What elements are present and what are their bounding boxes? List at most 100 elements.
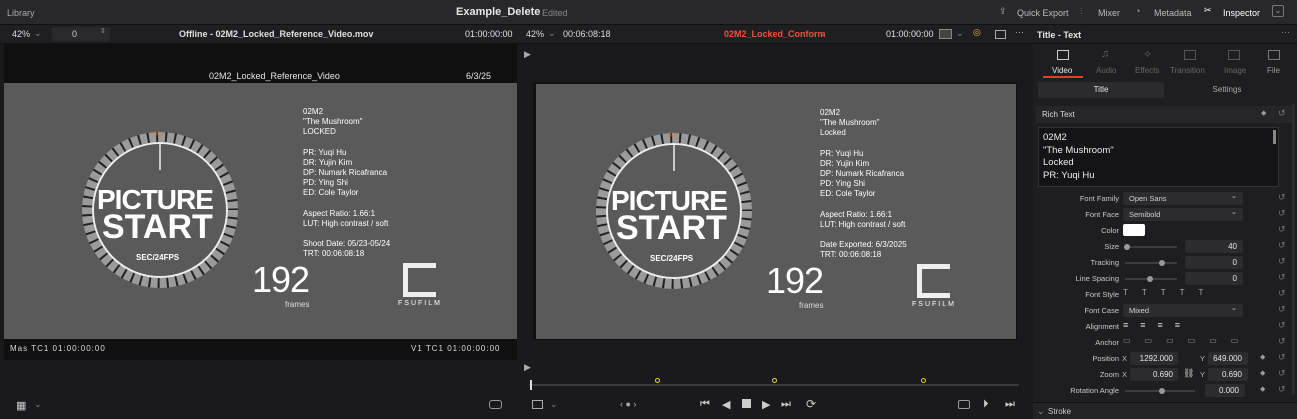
- color-swatch[interactable]: [1123, 224, 1145, 236]
- position-x-value[interactable]: 1292.000: [1130, 352, 1178, 365]
- stroke-section-header[interactable]: ⌄ Stroke: [1033, 402, 1297, 419]
- source-zoom[interactable]: 42%: [12, 29, 30, 39]
- tab-audio[interactable]: ♫ Audio: [1086, 48, 1126, 78]
- zoom-y-value[interactable]: 0.690: [1208, 368, 1248, 381]
- go-to-end-icon[interactable]: ⏭: [781, 398, 791, 411]
- reverse-play-icon[interactable]: ◀: [722, 398, 730, 411]
- reset-icon[interactable]: ↺: [1278, 256, 1286, 267]
- rotation-value[interactable]: 0.000: [1205, 384, 1245, 397]
- reset-icon[interactable]: ↺: [1278, 208, 1286, 219]
- reset-icon[interactable]: ↺: [1278, 288, 1286, 299]
- inspector-icon[interactable]: ✂: [1204, 5, 1212, 16]
- play-marker-icon[interactable]: ▶: [524, 362, 531, 373]
- font-style-buttons[interactable]: TTTTT: [1123, 288, 1217, 297]
- loop-icon[interactable]: [489, 400, 502, 409]
- timeline-zoom[interactable]: 42%: [526, 29, 544, 39]
- play-icon[interactable]: ▶: [762, 398, 770, 411]
- next-edit-icon[interactable]: ⏵: [983, 398, 989, 411]
- chevron-down-icon[interactable]: ⌄: [819, 28, 827, 39]
- marker-dot[interactable]: [655, 378, 660, 383]
- chevron-down-icon[interactable]: ⌄: [550, 399, 558, 410]
- anchor-buttons[interactable]: ▭▭▭▭▭▭: [1123, 336, 1252, 345]
- mixer-icon[interactable]: ⫶: [1080, 6, 1082, 17]
- collapse-icon[interactable]: ⌄: [1272, 5, 1284, 17]
- reset-icon[interactable]: ↺: [1278, 384, 1286, 395]
- jog-control[interactable]: ‹ ● ›: [620, 399, 636, 409]
- subtab-settings[interactable]: Settings: [1164, 82, 1290, 98]
- inspector-options-icon[interactable]: ⋯: [1281, 27, 1290, 38]
- scrollbar-thumb[interactable]: [1273, 130, 1276, 144]
- chevron-down-icon[interactable]: ⌄: [956, 28, 964, 39]
- reset-icon[interactable]: ↺: [1278, 336, 1286, 347]
- tab-effects[interactable]: ✧ Effects: [1128, 48, 1168, 78]
- reset-icon[interactable]: ↺: [1278, 352, 1286, 363]
- frame-input[interactable]: 0 ⇕: [52, 27, 110, 41]
- stepper-icon[interactable]: ⇕: [100, 27, 106, 35]
- library-button[interactable]: Library: [7, 8, 35, 18]
- rotation-slider[interactable]: [1125, 388, 1195, 394]
- tab-file[interactable]: File: [1255, 48, 1295, 78]
- reset-icon[interactable]: ↺: [1278, 272, 1286, 283]
- stop-icon[interactable]: [742, 399, 751, 408]
- reset-icon[interactable]: ↺: [1278, 108, 1286, 119]
- metadata-button[interactable]: Metadata: [1154, 8, 1192, 18]
- line-spacing-slider[interactable]: [1125, 276, 1177, 282]
- keyframe-icon[interactable]: ◆: [1260, 385, 1265, 393]
- line-spacing-value[interactable]: 0: [1185, 272, 1243, 285]
- font-family-select[interactable]: Open Sans: [1123, 191, 1243, 205]
- link-icon[interactable]: ⛓: [1183, 368, 1194, 379]
- keyframe-icon[interactable]: ◆: [1260, 369, 1265, 377]
- rich-text-editor[interactable]: 02M2 "The Mushroom" Locked PR: Yuqi Hu: [1038, 127, 1279, 187]
- go-to-start-icon[interactable]: ⏮: [700, 398, 710, 411]
- viewer-mode-icon[interactable]: [995, 30, 1006, 39]
- reset-icon[interactable]: ↺: [1278, 224, 1286, 235]
- reset-icon[interactable]: ↺: [1278, 240, 1286, 251]
- zoom-x-value[interactable]: 0.690: [1130, 368, 1178, 381]
- alignment-buttons[interactable]: ≡≡≡≡: [1123, 320, 1192, 330]
- size-value[interactable]: 40: [1185, 240, 1243, 253]
- grid-icon[interactable]: ▦: [16, 399, 26, 412]
- marker-dot[interactable]: [921, 378, 926, 383]
- marker-dot[interactable]: [772, 378, 777, 383]
- slider-knob[interactable]: [1147, 276, 1153, 282]
- scrub-bar[interactable]: [529, 384, 1019, 386]
- font-face-select[interactable]: Semibold: [1123, 207, 1243, 221]
- last-frame-icon[interactable]: ⏭: [1005, 398, 1015, 411]
- reset-icon[interactable]: ↺: [1278, 320, 1286, 331]
- reset-icon[interactable]: ↺: [1278, 304, 1286, 315]
- chevron-down-icon[interactable]: ⌄: [548, 28, 556, 39]
- play-marker-icon[interactable]: ▶: [524, 49, 531, 60]
- tracking-slider[interactable]: [1125, 260, 1177, 266]
- more-options-icon[interactable]: ⋯: [1015, 27, 1024, 38]
- reset-icon[interactable]: ↺: [1278, 368, 1286, 379]
- quick-export-button[interactable]: Quick Export: [1017, 8, 1069, 18]
- tracking-value[interactable]: 0: [1185, 256, 1243, 269]
- timeline-name[interactable]: 02M2_Locked_Conform: [724, 29, 826, 39]
- crop-icon[interactable]: [532, 400, 543, 409]
- tab-image[interactable]: Image: [1215, 48, 1255, 78]
- font-case-select[interactable]: Mixed: [1123, 303, 1243, 317]
- slider-knob[interactable]: [1159, 260, 1165, 266]
- chevron-down-icon[interactable]: ⌄: [34, 399, 42, 410]
- keyframe-icon[interactable]: ◆: [1260, 353, 1265, 361]
- chevron-down-icon[interactable]: ⌄: [34, 28, 42, 39]
- metadata-icon[interactable]: ◔: [1135, 6, 1140, 16]
- bypass-icon[interactable]: ◎: [973, 27, 981, 38]
- tab-transition[interactable]: Transition: [1168, 48, 1214, 78]
- mixer-button[interactable]: Mixer: [1098, 8, 1120, 18]
- inspector-button[interactable]: Inspector: [1223, 8, 1260, 18]
- size-slider[interactable]: [1124, 244, 1177, 250]
- timeline-viewer[interactable]: 00 PICTURE START SEC/24FPS 192 frames FS…: [533, 82, 1017, 340]
- subtab-title[interactable]: Title: [1038, 82, 1164, 98]
- inspector-scrollbar[interactable]: [1292, 104, 1295, 394]
- export-icon[interactable]: ⇪: [999, 6, 1007, 17]
- match-frame-icon[interactable]: [958, 400, 970, 409]
- playhead[interactable]: [530, 380, 532, 390]
- position-y-value[interactable]: 649.000: [1208, 352, 1248, 365]
- reset-icon[interactable]: ↺: [1278, 192, 1286, 203]
- clip-view-icon[interactable]: [939, 29, 952, 39]
- tab-video[interactable]: Video: [1043, 48, 1083, 78]
- slider-knob[interactable]: [1159, 388, 1165, 394]
- keyframe-icon[interactable]: ◆: [1261, 109, 1266, 117]
- source-viewer[interactable]: 02M2_Locked_Reference_Video 6/3/25 00 PI…: [4, 44, 517, 360]
